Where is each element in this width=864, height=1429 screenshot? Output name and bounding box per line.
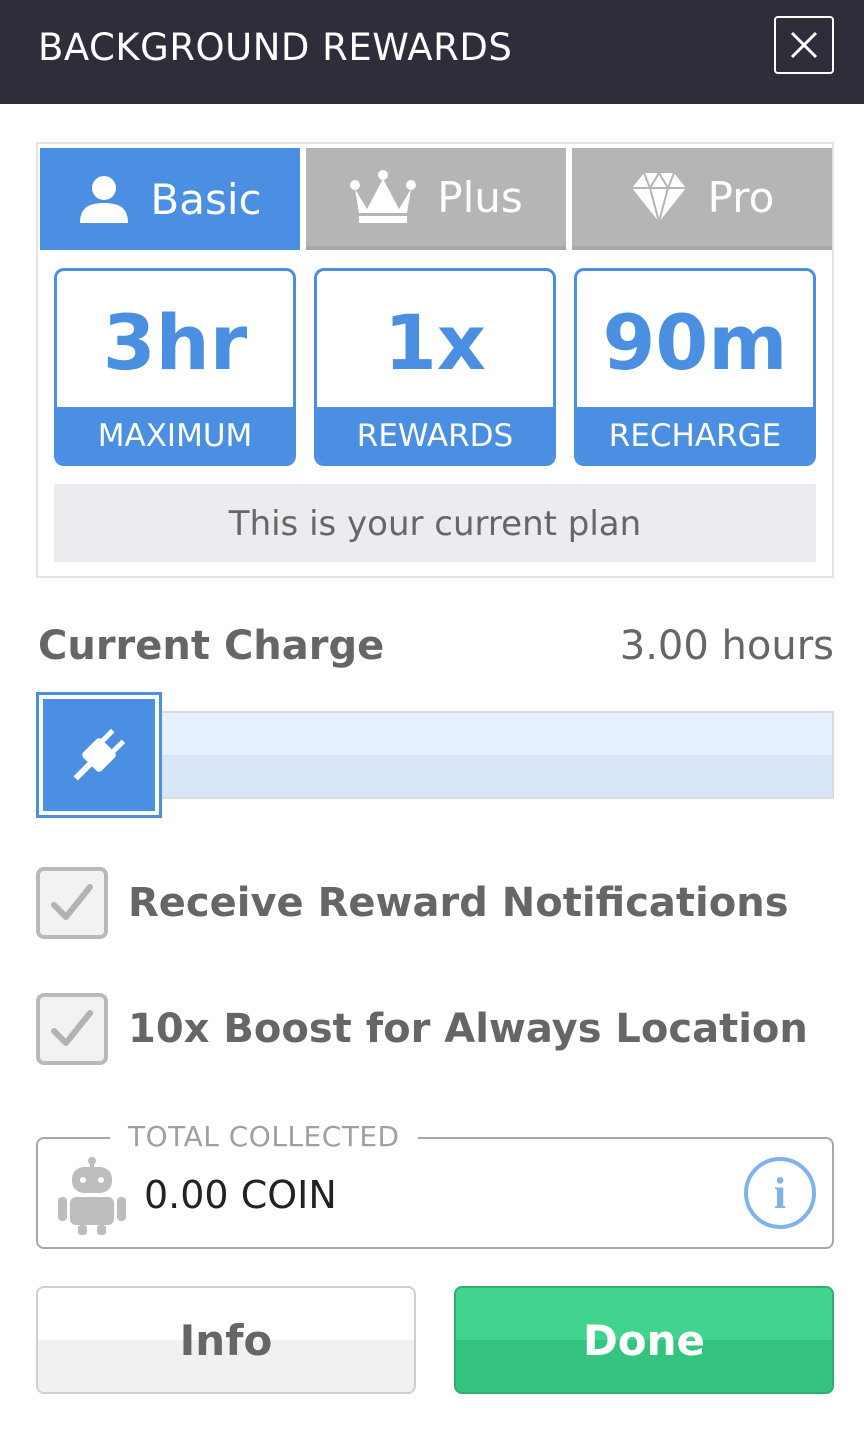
total-collected-value: 0.00 COIN bbox=[144, 1173, 337, 1217]
crown-icon bbox=[350, 170, 417, 223]
user-icon bbox=[80, 176, 129, 223]
stat-label: REWARDS bbox=[317, 407, 553, 463]
robot-icon bbox=[58, 1157, 126, 1235]
tab-plus[interactable]: Plus bbox=[306, 148, 566, 250]
checkmark-icon bbox=[51, 1010, 93, 1046]
tab-plus-label: Plus bbox=[437, 172, 523, 222]
stat-label: RECHARGE bbox=[577, 407, 813, 463]
stat-value: 3hr bbox=[102, 298, 248, 387]
charge-bar bbox=[150, 711, 834, 799]
header-bar: BACKGROUND REWARDS bbox=[0, 0, 864, 104]
stat-value: 1x bbox=[384, 298, 486, 387]
total-collected-box: TOTAL COLLECTED 0.00 COIN i bbox=[36, 1117, 834, 1249]
notifications-label: Receive Reward Notifications bbox=[128, 880, 789, 926]
plug-icon-background bbox=[43, 699, 155, 811]
stat-value: 90m bbox=[602, 298, 788, 387]
tab-basic-label: Basic bbox=[150, 174, 262, 224]
info-button[interactable]: Info bbox=[36, 1286, 416, 1394]
tab-pro[interactable]: Pro bbox=[572, 148, 832, 250]
notifications-option[interactable]: Receive Reward Notifications bbox=[36, 867, 789, 939]
plug-icon bbox=[73, 728, 126, 781]
boost-label: 10x Boost for Always Location bbox=[128, 1006, 808, 1052]
stat-recharge: 90m RECHARGE bbox=[574, 268, 816, 466]
charge-value: 3.00 hours bbox=[619, 623, 834, 669]
stat-rewards: 1x REWARDS bbox=[314, 268, 556, 466]
close-icon bbox=[790, 31, 818, 59]
boost-checkbox[interactable] bbox=[36, 993, 108, 1065]
charge-plug-button[interactable] bbox=[36, 692, 162, 818]
info-icon[interactable]: i bbox=[744, 1157, 816, 1229]
tab-pro-label: Pro bbox=[707, 172, 775, 222]
dialog-title: BACKGROUND REWARDS bbox=[38, 26, 513, 69]
boost-option[interactable]: 10x Boost for Always Location bbox=[36, 993, 808, 1065]
charge-label: Current Charge bbox=[38, 623, 385, 669]
total-collected-label: TOTAL COLLECTED bbox=[110, 1117, 418, 1157]
plan-panel: Basic Plus Pro 3hr MAXIMUM 1x REWARDS 90… bbox=[36, 142, 834, 578]
tab-basic[interactable]: Basic bbox=[40, 148, 300, 250]
diamond-icon bbox=[631, 171, 686, 223]
notifications-checkbox[interactable] bbox=[36, 867, 108, 939]
close-button[interactable] bbox=[774, 16, 834, 74]
done-button[interactable]: Done bbox=[454, 1286, 834, 1394]
stat-maximum: 3hr MAXIMUM bbox=[54, 268, 296, 466]
stat-label: MAXIMUM bbox=[57, 407, 293, 463]
current-plan-banner: This is your current plan bbox=[54, 484, 816, 562]
checkmark-icon bbox=[51, 884, 93, 920]
